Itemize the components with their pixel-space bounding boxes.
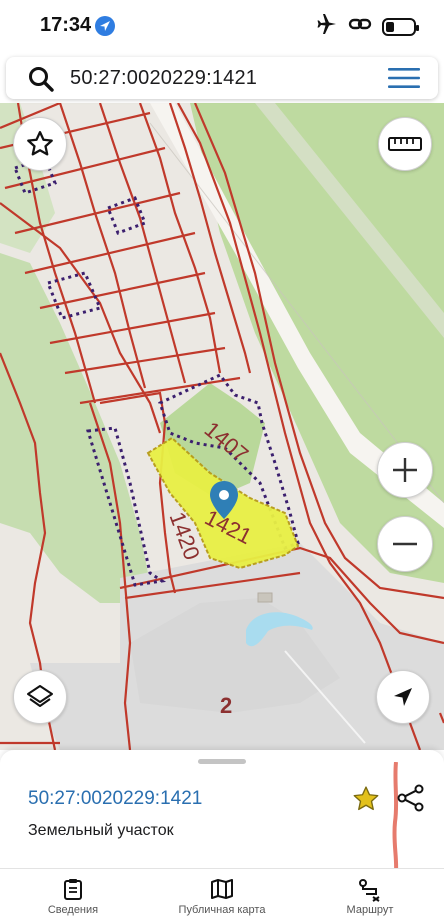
card-subtitle: Земельный участок bbox=[28, 822, 174, 839]
zoom-out-button[interactable] bbox=[377, 516, 433, 572]
navigation-arrow-icon bbox=[390, 684, 416, 710]
tab-public-map[interactable]: Публичная карта bbox=[162, 869, 282, 916]
layers-icon bbox=[25, 682, 55, 712]
airplane-icon bbox=[316, 14, 338, 39]
tab-bar: Сведения Публичная карта Маршрут bbox=[0, 868, 444, 916]
battery-level bbox=[386, 21, 394, 32]
tab-public-map-label: Публичная карта bbox=[178, 904, 266, 916]
layers-button[interactable] bbox=[13, 670, 67, 724]
zone-label-2: 2 bbox=[220, 693, 232, 718]
favorite-star-icon[interactable] bbox=[350, 784, 382, 819]
ruler-button[interactable] bbox=[378, 117, 432, 171]
status-time: 17:34 bbox=[40, 14, 92, 36]
battery-icon bbox=[382, 17, 419, 36]
status-icons bbox=[316, 14, 419, 39]
zoom-out-icon bbox=[391, 530, 419, 558]
card-title: 50:27:0020229:1421 bbox=[28, 788, 203, 809]
tab-route[interactable]: Маршрут bbox=[310, 869, 430, 916]
cadastral-map[interactable]: 1407 1421 1420 2 bbox=[0, 103, 444, 750]
location-arrow-icon bbox=[95, 16, 115, 36]
tab-route-label: Маршрут bbox=[346, 904, 394, 916]
share-icon[interactable] bbox=[396, 783, 426, 818]
favorite-star-button[interactable] bbox=[13, 117, 67, 171]
ruler-icon bbox=[388, 135, 422, 153]
tab-info[interactable]: Сведения bbox=[13, 869, 133, 916]
hamburger-menu-icon[interactable] bbox=[388, 67, 420, 94]
search-icon[interactable] bbox=[28, 66, 54, 97]
route-icon bbox=[358, 878, 382, 907]
map-canvas[interactable]: 1407 1421 1420 2 bbox=[0, 103, 444, 750]
search-bar[interactable]: 50:27:0020229:1421 bbox=[6, 57, 438, 99]
link-icon bbox=[348, 14, 372, 39]
map-icon bbox=[210, 878, 234, 905]
tab-info-label: Сведения bbox=[47, 904, 99, 916]
zoom-in-button[interactable] bbox=[377, 442, 433, 498]
zoom-in-icon bbox=[391, 456, 419, 484]
my-location-button[interactable] bbox=[376, 670, 430, 724]
status-bar: 17:34 bbox=[0, 0, 444, 52]
drag-handle[interactable] bbox=[198, 759, 246, 764]
search-input[interactable]: 50:27:0020229:1421 bbox=[70, 67, 257, 90]
star-outline-icon bbox=[25, 129, 55, 159]
clipboard-icon bbox=[62, 878, 84, 905]
